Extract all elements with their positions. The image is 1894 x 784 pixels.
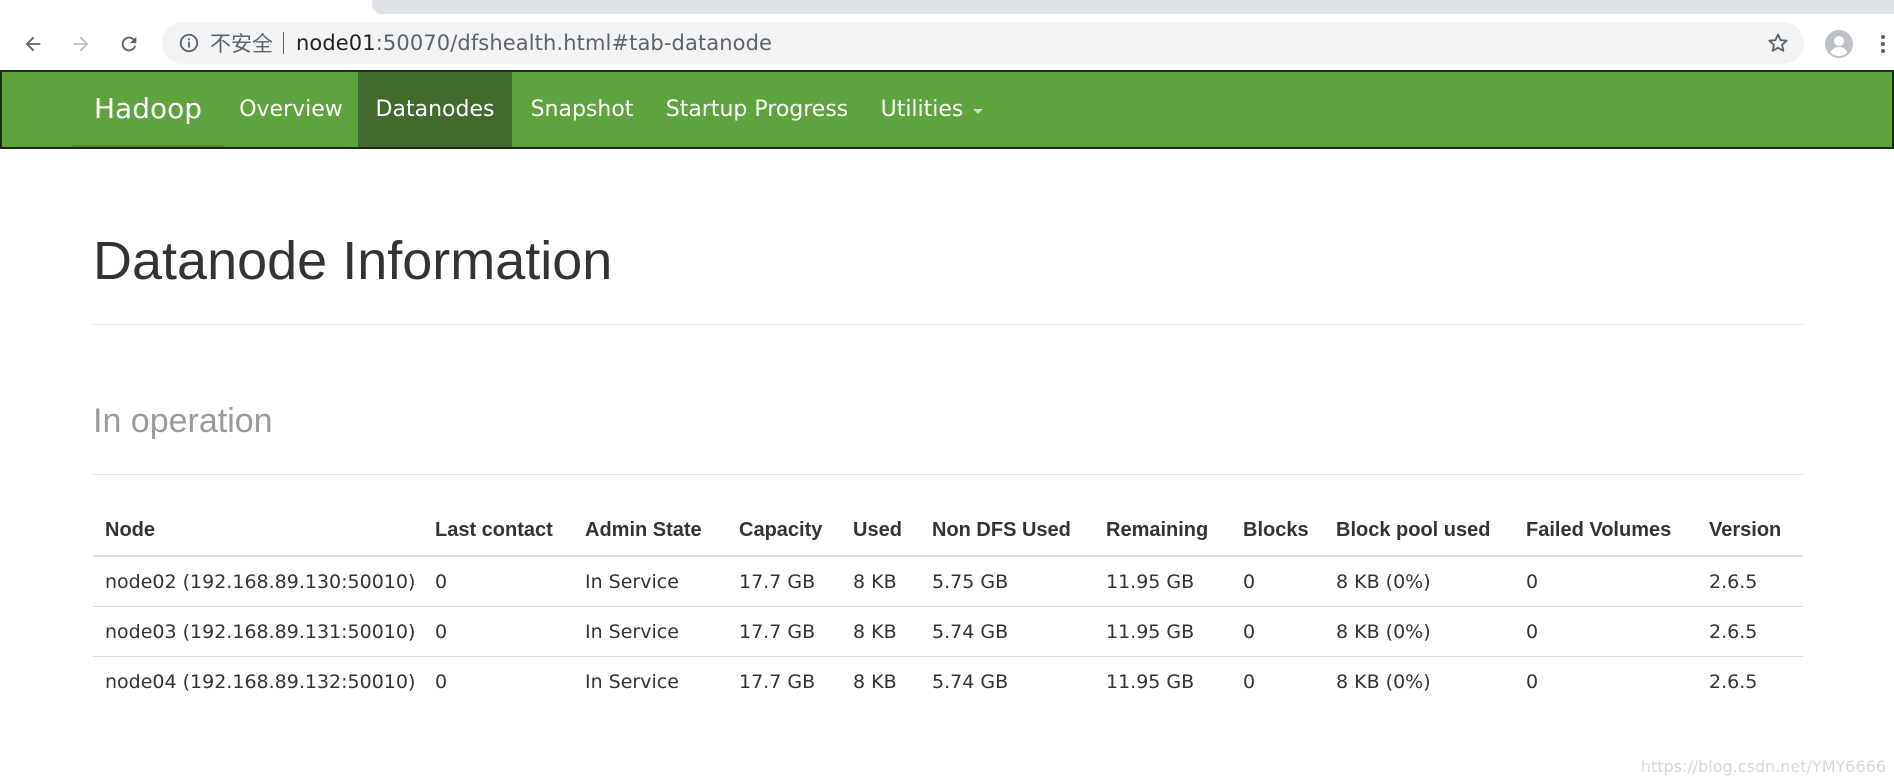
tab-strip-background	[372, 0, 1894, 14]
back-arrow-icon	[25, 36, 41, 52]
column-header[interactable]: Node	[93, 505, 423, 557]
reload-button[interactable]	[112, 27, 146, 61]
column-header[interactable]: Used	[841, 505, 920, 557]
profile-avatar-button[interactable]	[1822, 27, 1856, 61]
nav-item-startup-progress[interactable]: Startup Progress	[652, 72, 862, 147]
cell-capacity: 17.7 GB	[727, 556, 841, 607]
reload-icon	[121, 36, 137, 52]
cell-used: 8 KB	[841, 606, 920, 657]
nav-item-snapshot[interactable]: Snapshot	[512, 72, 652, 147]
nav-item-utilities-label: Utilities	[880, 97, 964, 122]
table-row: node02 (192.168.89.130:50010) 0 In Servi…	[93, 556, 1803, 607]
cell-remaining: 11.95 GB	[1094, 606, 1231, 657]
forward-button[interactable]	[64, 27, 98, 61]
cell-failed-volumes: 0	[1514, 606, 1697, 657]
table-row: node04 (192.168.89.132:50010) 0 In Servi…	[93, 657, 1803, 707]
back-button[interactable]	[16, 27, 50, 61]
column-header[interactable]: Blocks	[1231, 505, 1324, 557]
column-header[interactable]: Failed Volumes	[1514, 505, 1697, 557]
hadoop-navbar: Hadoop Overview Datanodes Snapshot Start…	[0, 70, 1894, 149]
cell-failed-volumes: 0	[1526, 670, 1539, 693]
watermark: https://blog.csdn.net/YMY6666	[1640, 757, 1886, 776]
cell-block-pool-used: 8 KB (0%)	[1336, 670, 1431, 693]
cell-non-dfs-used: 5.75 GB	[920, 556, 1094, 607]
cell-non-dfs-used: 5.74 GB	[932, 670, 1009, 693]
cell-used: 8 KB	[853, 670, 897, 693]
url-path: :50070/dfshealth.html#tab-datanode	[375, 31, 773, 55]
cell-blocks: 0	[1243, 670, 1256, 693]
cell-remaining: 11.95 GB	[1106, 670, 1195, 693]
column-header[interactable]: Version	[1697, 505, 1803, 557]
cell-node: node04 (192.168.89.132:50010)	[105, 670, 416, 693]
bookmark-star-icon[interactable]	[1766, 31, 1790, 55]
section-divider	[93, 474, 1803, 475]
cell-version: 2.6.5	[1697, 556, 1803, 607]
cell-last-contact: 0	[423, 556, 573, 607]
cell-non-dfs-used: 5.74 GB	[920, 606, 1094, 657]
more-vertical-icon	[1881, 35, 1885, 53]
page-title: Datanode Information	[93, 231, 613, 291]
column-header[interactable]: Last contact	[423, 505, 573, 557]
brand-logo[interactable]: Hadoop	[72, 72, 225, 147]
info-icon[interactable]	[178, 32, 200, 54]
nav-item-overview[interactable]: Overview	[225, 72, 357, 147]
address-bar[interactable]: 不安全 node01:50070/dfshealth.html#tab-data…	[162, 22, 1804, 64]
tab-strip	[0, 0, 1894, 18]
browser-toolbar: 不安全 node01:50070/dfshealth.html#tab-data…	[0, 18, 1894, 70]
column-header[interactable]: Non DFS Used	[920, 505, 1094, 557]
cell-admin-state: In Service	[573, 606, 727, 657]
table-row: node03 (192.168.89.131:50010) 0 In Servi…	[93, 606, 1803, 657]
browser-menu-button[interactable]	[1872, 27, 1894, 61]
nav-item-utilities[interactable]: Utilities	[862, 72, 1002, 147]
cell-node: node03 (192.168.89.131:50010)	[93, 606, 423, 657]
column-header[interactable]: Remaining	[1094, 505, 1231, 557]
url-host: node01	[296, 31, 376, 55]
forward-arrow-icon	[73, 36, 89, 52]
cell-last-contact: 0	[435, 670, 448, 693]
cell-version: 2.6.5	[1697, 606, 1803, 657]
cell-used: 8 KB	[841, 556, 920, 607]
column-header[interactable]: Admin State	[573, 505, 727, 557]
table-header-row: Node Last contact Admin State Capacity U…	[93, 505, 1803, 557]
cell-block-pool-used: 8 KB (0%)	[1324, 606, 1514, 657]
column-header[interactable]: Block pool used	[1324, 505, 1514, 557]
cell-blocks: 0	[1231, 556, 1324, 607]
url-text[interactable]: node01:50070/dfshealth.html#tab-datanode	[296, 31, 772, 55]
column-header[interactable]: Capacity	[727, 505, 841, 557]
cell-node: node02 (192.168.89.130:50010)	[93, 556, 423, 607]
cell-failed-volumes: 0	[1514, 556, 1697, 607]
cell-admin-state: In Service	[585, 670, 679, 693]
title-divider	[93, 324, 1803, 325]
cell-capacity: 17.7 GB	[727, 606, 841, 657]
cell-remaining: 11.95 GB	[1094, 556, 1231, 607]
cell-admin-state: In Service	[573, 556, 727, 607]
caret-down-icon	[973, 109, 984, 114]
cell-version: 2.6.5	[1709, 670, 1758, 693]
nav-item-datanodes[interactable]: Datanodes	[358, 72, 512, 147]
cell-blocks: 0	[1231, 606, 1324, 657]
avatar-icon	[1825, 30, 1853, 58]
cell-capacity: 17.7 GB	[739, 670, 816, 693]
address-separator	[283, 32, 284, 54]
cell-last-contact: 0	[423, 606, 573, 657]
datanode-table: Node Last contact Admin State Capacity U…	[93, 505, 1803, 706]
section-title: In operation	[93, 402, 273, 440]
cell-block-pool-used: 8 KB (0%)	[1324, 556, 1514, 607]
security-label: 不安全	[210, 32, 273, 56]
